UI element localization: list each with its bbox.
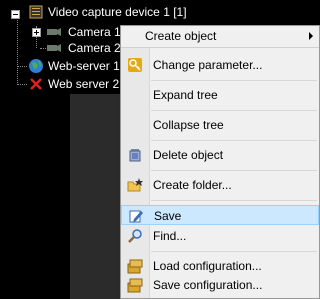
menu-item-collapse-tree[interactable]: Collapse tree (121, 114, 319, 136)
load-config-icon (127, 259, 143, 274)
tree-item-camera-2[interactable]: Camera 2 (68, 40, 121, 56)
collapse-toggle[interactable] (11, 10, 20, 19)
menu-item-label: Save configuration... (153, 278, 263, 292)
menu-separator (151, 200, 317, 201)
menu-item-find[interactable]: Find... (121, 225, 319, 247)
tree-item-video-capture-device[interactable]: Video capture device 1 [1] (48, 4, 187, 20)
tree-connector (17, 15, 18, 85)
menu-item-label: Save (154, 209, 182, 223)
menu-item-label: Expand tree (153, 88, 218, 102)
menu-item-label: Create object (145, 29, 217, 43)
menu-separator (151, 251, 317, 252)
menu-separator (151, 110, 317, 111)
menu-item-save[interactable]: Save (121, 205, 319, 225)
key-icon (128, 58, 142, 72)
menu-item-create-object[interactable]: Create object (121, 26, 319, 48)
context-menu: Create object Change parameter... Expand… (120, 25, 320, 299)
menu-separator (151, 140, 317, 141)
globe-icon (29, 59, 43, 73)
menu-item-label: Create folder... (153, 178, 232, 192)
red-x-icon (30, 78, 42, 90)
tree-item-web-server-1[interactable]: Web-server 1 (48, 58, 120, 74)
recycle-bin-icon (129, 149, 141, 162)
menu-item-label: Find... (153, 229, 187, 243)
menu-item-create-folder[interactable]: Create folder... (121, 174, 319, 196)
tree-lower-panel (70, 94, 122, 299)
save-edit-icon (129, 210, 143, 223)
new-folder-icon (127, 178, 143, 192)
tree-item-web-server-2[interactable]: Web server 2.0 (48, 76, 129, 92)
menu-item-delete-object[interactable]: Delete object (121, 144, 319, 166)
menu-separator (151, 80, 317, 81)
camera-icon (47, 44, 61, 52)
video-capture-device-icon (29, 5, 43, 19)
menu-item-expand-tree[interactable]: Expand tree (121, 84, 319, 106)
tree-item-camera-1[interactable]: Camera 1 (66, 24, 123, 40)
menu-item-save-configuration[interactable]: Save configuration... (121, 274, 319, 296)
menu-item-label: Collapse tree (153, 118, 224, 132)
camera-icon (47, 28, 61, 36)
tree-connector (17, 84, 27, 85)
expand-toggle[interactable] (32, 28, 41, 37)
magnifier-icon (128, 229, 142, 243)
menu-separator (151, 170, 317, 171)
menu-item-label: Load configuration... (153, 259, 262, 273)
save-config-icon (127, 278, 143, 293)
menu-item-change-parameter[interactable]: Change parameter... (121, 54, 319, 76)
menu-item-label: Delete object (153, 148, 224, 162)
menu-item-label: Change parameter... (153, 58, 263, 72)
tree-connector (17, 66, 27, 67)
submenu-arrow-icon (309, 32, 313, 40)
